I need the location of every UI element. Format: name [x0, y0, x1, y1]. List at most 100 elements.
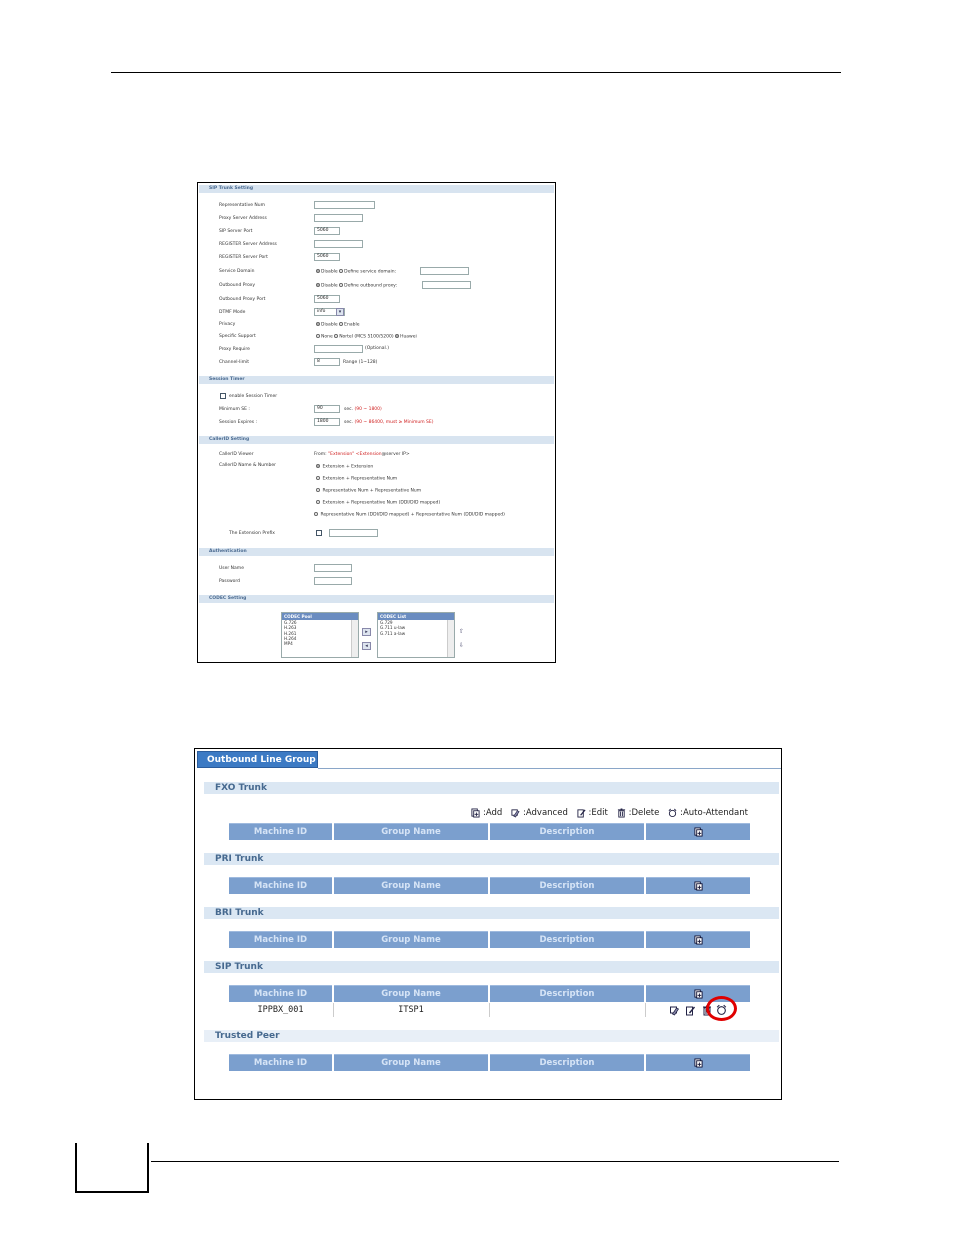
service-domain-input[interactable]	[420, 267, 469, 275]
label-register-server-port: REGISTER Server Port	[219, 255, 268, 260]
add-trunk-button[interactable]	[646, 1054, 750, 1071]
channel-limit-input[interactable]: 8	[314, 358, 340, 366]
session-expires-input[interactable]: 1800	[314, 418, 340, 426]
trusted-peer-table-header: Machine ID Group Name Description	[229, 1054, 750, 1071]
radio-icon[interactable]	[339, 269, 344, 273]
delete-icon	[617, 808, 625, 818]
chevron-down-icon[interactable]: ▾	[336, 308, 344, 316]
add-icon[interactable]	[693, 935, 703, 945]
legend-delete: :Delete	[628, 808, 660, 818]
codec-pool-item[interactable]: MP4	[282, 641, 358, 646]
specific-support-radios[interactable]: None Nortel (MCS 5100/5200) Huawei	[316, 334, 417, 341]
label-privacy: Privacy	[219, 322, 236, 327]
register-server-address-input[interactable]	[314, 240, 363, 248]
section-session-timer: Session Timer	[199, 376, 554, 384]
legend-advanced: :Advanced	[522, 808, 568, 818]
label-specific-support: Specific Support	[219, 334, 256, 339]
col-description: Description	[490, 1054, 644, 1071]
register-server-port-input[interactable]: 5060	[314, 253, 340, 261]
minimum-se-input[interactable]: 90	[314, 405, 340, 413]
sip-table-header: Machine ID Group Name Description	[229, 985, 750, 1002]
extension-prefix-checkbox[interactable]	[316, 530, 322, 536]
label-proxy-require: Proxy Require	[219, 347, 250, 352]
edit-icon[interactable]	[685, 1005, 696, 1016]
codec-pool-scrollbar[interactable]	[351, 620, 358, 657]
callerid-option-2[interactable]: Extension + Representative Num	[316, 476, 397, 483]
outbound-line-group-panel: Outbound Line Group :Add :Advanced :Edit…	[194, 748, 782, 1100]
radio-icon[interactable]	[339, 283, 344, 287]
cell-divider	[645, 1003, 646, 1017]
section-authentication: Authentication	[199, 548, 554, 556]
radio-icon[interactable]	[316, 322, 320, 326]
add-icon[interactable]	[693, 881, 703, 891]
pri-table-header: Machine ID Group Name Description	[229, 877, 750, 894]
page-number-box	[75, 1143, 149, 1193]
col-machine-id: Machine ID	[229, 985, 332, 1002]
callerid-option-4[interactable]: Extension + Representative Num (DDI/DID …	[316, 500, 440, 507]
add-icon[interactable]	[693, 1058, 703, 1068]
radio-icon[interactable]	[316, 269, 320, 273]
radio-icon[interactable]	[316, 488, 320, 492]
outbound-proxy-port-input[interactable]: 5060	[314, 295, 340, 303]
radio-icon[interactable]	[316, 464, 320, 468]
codec-list-scrollbar[interactable]	[447, 620, 454, 657]
add-trunk-button[interactable]	[646, 823, 750, 840]
callerid-option-3[interactable]: Representative Num + Representative Num	[316, 488, 421, 495]
callerid-option-1[interactable]: Extension + Extension	[316, 464, 373, 471]
tab-underline	[318, 768, 781, 769]
representative-num-input[interactable]	[314, 201, 375, 209]
codec-list[interactable]: CODEC List G.729 G.711 u-law G.711 a-law	[377, 612, 455, 658]
label-extension-prefix: The Extension Prefix	[229, 531, 275, 536]
proxy-require-hint: (Optional.)	[365, 346, 389, 351]
radio-icon[interactable]	[316, 283, 320, 287]
section-trusted-peer: Trusted Peer	[204, 1030, 779, 1042]
codec-list-item[interactable]: G.711 a-law	[378, 631, 454, 636]
col-group-name: Group Name	[334, 877, 488, 894]
advanced-icon[interactable]	[669, 1005, 680, 1016]
proxy-require-input[interactable]	[314, 345, 363, 353]
legend-edit: :Edit	[588, 808, 608, 818]
codec-pool-list[interactable]: CODEC Pool G.726 H.263 H.261 H.264 MP4	[281, 612, 359, 658]
radio-icon[interactable]	[316, 476, 320, 480]
radio-icon[interactable]	[339, 322, 344, 326]
outbound-proxy-input[interactable]	[422, 281, 471, 289]
callerid-option-5[interactable]: Representative Num (DDI/DID mapped) + Re…	[314, 512, 534, 519]
radio-icon[interactable]	[316, 334, 320, 338]
col-group-name: Group Name	[334, 1054, 488, 1071]
label-outbound-proxy-port: Outbound Proxy Port	[219, 297, 266, 302]
highlight-circle	[706, 996, 737, 1021]
add-trunk-button[interactable]	[646, 931, 750, 948]
label-callerid-viewer: CallerID Viewer	[219, 452, 254, 457]
move-right-arrow-icon[interactable]: ▸	[362, 628, 371, 636]
service-domain-radios[interactable]: Disable Define service domain:	[316, 269, 396, 276]
password-input[interactable]	[314, 577, 352, 585]
add-icon[interactable]	[693, 989, 703, 999]
radio-icon[interactable]	[316, 500, 320, 504]
outbound-proxy-radios[interactable]: Disable Define outbound proxy:	[316, 283, 397, 290]
privacy-radios[interactable]: Disable Enable	[316, 322, 359, 329]
move-left-arrow-icon[interactable]: ◂	[362, 642, 371, 650]
radio-icon[interactable]	[314, 512, 318, 516]
add-trunk-button[interactable]	[646, 877, 750, 894]
radio-icon[interactable]	[334, 334, 339, 338]
add-icon[interactable]	[693, 827, 703, 837]
label-proxy-server-address: Proxy Server Address	[219, 216, 267, 221]
add-trunk-button[interactable]	[646, 985, 750, 1002]
proxy-server-address-input[interactable]	[314, 214, 363, 222]
label-dtmf-mode: DTMF Mode	[219, 310, 246, 315]
label-outbound-proxy: Outbound Proxy	[219, 283, 256, 288]
sip-server-port-input[interactable]: 5060	[314, 227, 340, 235]
extension-prefix-input[interactable]	[329, 529, 378, 537]
user-name-input[interactable]	[314, 564, 352, 572]
enable-session-timer-label: enable Session Timer	[229, 394, 278, 399]
col-description: Description	[490, 877, 644, 894]
tab-outbound-line-group[interactable]: Outbound Line Group	[197, 751, 318, 768]
enable-session-timer-checkbox[interactable]	[220, 393, 226, 399]
radio-icon[interactable]	[395, 334, 400, 338]
label-sip-server-port: SIP Server Port	[219, 229, 253, 234]
col-group-name: Group Name	[334, 985, 488, 1002]
section-codec-setting: CODEC Setting	[199, 595, 554, 603]
move-up-icon[interactable]: ⇧	[459, 628, 464, 635]
col-group-name: Group Name	[334, 931, 488, 948]
move-down-icon[interactable]: ⇩	[459, 642, 464, 649]
